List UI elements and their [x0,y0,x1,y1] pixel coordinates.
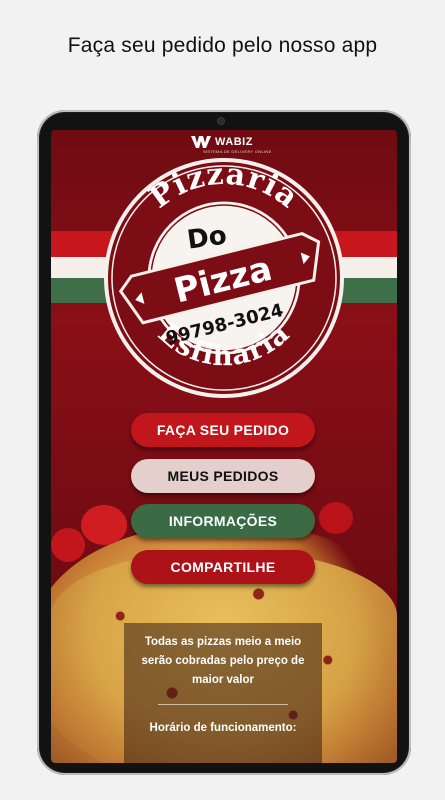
opening-hours-label: Horário de funcionamento: [149,722,297,734]
my-orders-button[interactable]: MEUS PEDIDOS [131,459,315,493]
wabiz-brand: WABIZ [191,136,253,148]
info-notice-panel: Todas as pizzas meio a meio serão cobrad… [124,623,322,763]
tomato-image [319,502,353,534]
logo-do: Do [185,220,228,255]
tomato-image [81,505,127,545]
info-button[interactable]: INFORMAÇÕES [131,504,315,538]
app-screen: WABIZ SISTEMA DE DELIVERY ONLINE Pizzari… [51,130,397,763]
tomato-image [51,528,85,562]
camera-icon [218,118,224,124]
notice-divider [158,704,288,705]
wabiz-logo-icon [191,136,211,148]
page-headline: Faça seu pedido pelo nosso app [67,34,378,57]
brand-name: WABIZ [215,136,253,148]
share-button[interactable]: COMPARTILHE [131,550,315,584]
pizzaria-logo-emblem: Pizzaria Esfiharia Do Pizza 99798-3024 [104,157,344,398]
pizzaria-logo: Pizzaria Esfiharia Do Pizza 99798-3024 [100,154,348,402]
tablet-frame: WABIZ SISTEMA DE DELIVERY ONLINE Pizzari… [37,110,411,775]
half-pizza-notice: Todas as pizzas meio a meio serão cobrad… [141,636,305,686]
order-button[interactable]: FAÇA SEU PEDIDO [131,413,315,447]
